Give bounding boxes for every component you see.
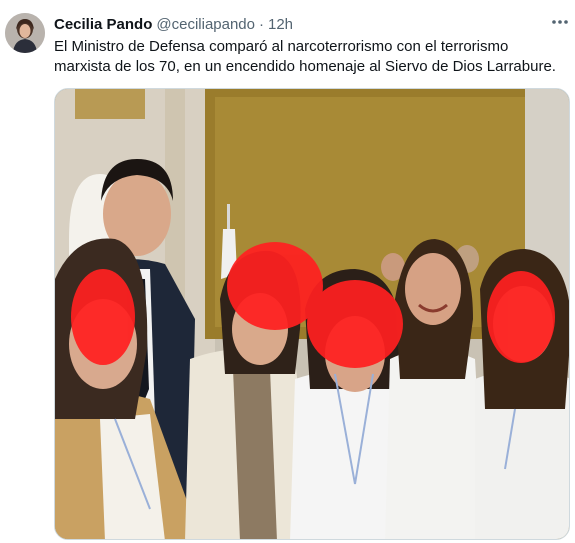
tweet-timestamp[interactable]: 12h (268, 16, 293, 33)
tweet-photo[interactable] (54, 88, 570, 540)
tweet-text: El Ministro de Defensa comparó al narcot… (54, 38, 556, 75)
author-handle[interactable]: @ceciliapando (156, 16, 255, 33)
author-avatar[interactable] (5, 13, 45, 53)
more-horizontal-icon (552, 20, 568, 24)
tweet-card[interactable]: Cecilia Pando @ceciliapando · 12h El Min… (0, 0, 575, 543)
author-name[interactable]: Cecilia Pando (54, 16, 152, 33)
tweet-header: Cecilia Pando @ceciliapando · 12h (54, 14, 293, 34)
separator-dot: · (259, 15, 264, 33)
more-options-button[interactable] (548, 12, 572, 32)
photo-image (55, 89, 569, 539)
